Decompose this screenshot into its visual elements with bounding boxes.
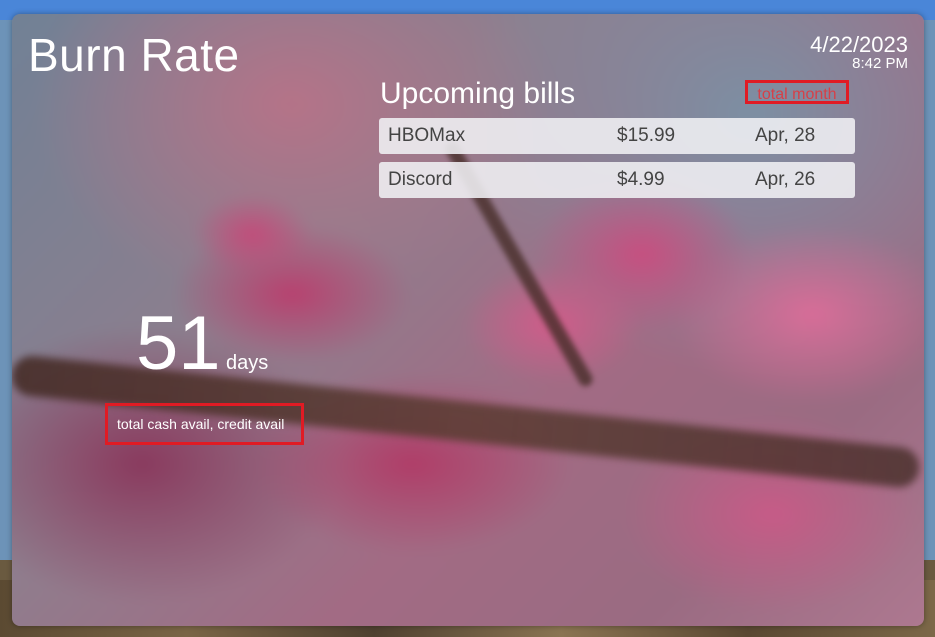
- datetime-display: 4/22/2023 8:42 PM: [810, 34, 908, 72]
- bill-row[interactable]: Discord $4.99 Apr, 26: [379, 162, 855, 198]
- cash-credit-note: total cash avail, credit avail: [105, 403, 304, 445]
- burn-days-unit: days: [226, 352, 269, 374]
- bill-name: HBOMax: [388, 125, 466, 146]
- burn-days-value: 51: [136, 301, 221, 386]
- upcoming-bills-heading: Upcoming bills: [380, 77, 576, 110]
- bill-amount: $4.99: [617, 169, 665, 190]
- current-date: 4/22/2023: [810, 32, 908, 57]
- bill-due-date: Apr, 28: [755, 125, 816, 146]
- total-month-label: total month: [745, 80, 849, 104]
- burn-rate-card: Burn Rate 4/22/2023 8:42 PM Upcoming bil…: [12, 14, 924, 626]
- bill-amount: $15.99: [617, 125, 676, 146]
- bill-name: Discord: [388, 169, 453, 190]
- bill-due-date: Apr, 26: [755, 169, 816, 190]
- bill-row[interactable]: HBOMax $15.99 Apr, 28: [379, 118, 855, 154]
- current-time: 8:42 PM: [852, 55, 908, 72]
- page-title: Burn Rate: [28, 29, 240, 81]
